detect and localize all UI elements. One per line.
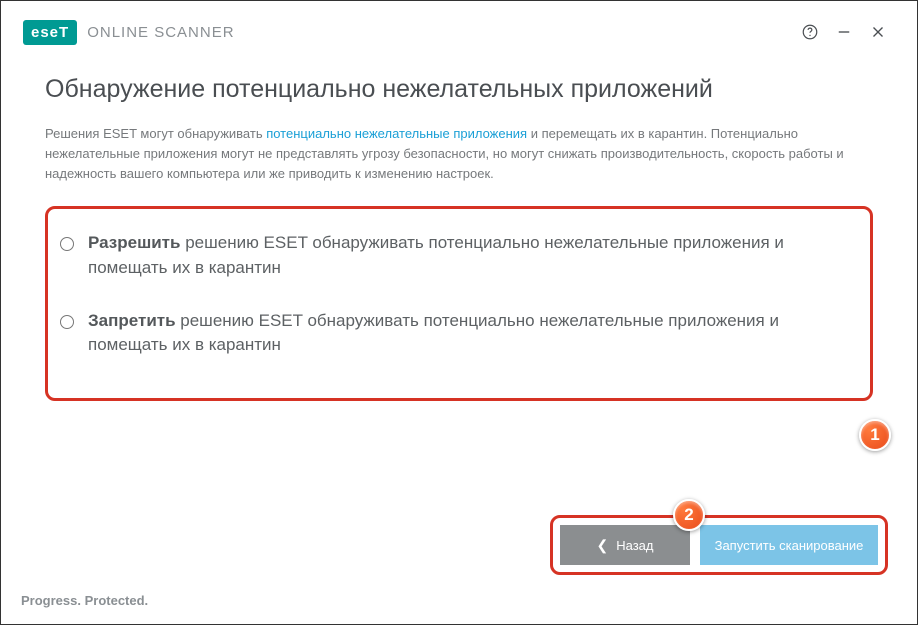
product-name: ONLINE SCANNER bbox=[87, 24, 234, 41]
window-header: eseT ONLINE SCANNER bbox=[1, 1, 917, 59]
option-deny[interactable]: Запретить решению ESET обнаруживать поте… bbox=[60, 309, 856, 358]
chevron-left-icon: ❮ bbox=[597, 537, 609, 554]
page-title: Обнаружение потенциально нежелательных п… bbox=[45, 75, 873, 104]
close-icon[interactable] bbox=[861, 15, 895, 49]
annotation-badge-2: 2 bbox=[673, 499, 705, 531]
back-button[interactable]: ❮ Назад bbox=[560, 525, 690, 565]
options-highlight-box: Разрешить решению ESET обнаруживать поте… bbox=[45, 206, 873, 401]
content-area: Обнаружение потенциально нежелательных п… bbox=[1, 59, 917, 401]
option-allow-text: Разрешить решению ESET обнаруживать поте… bbox=[88, 231, 856, 280]
brand-logo: eseT bbox=[23, 20, 77, 45]
start-scan-button[interactable]: Запустить сканирование bbox=[700, 525, 878, 565]
intro-pre: Решения ESET могут обнаруживать bbox=[45, 126, 266, 141]
help-icon[interactable] bbox=[793, 15, 827, 49]
option-allow-rest: решению ESET обнаруживать потенциально н… bbox=[88, 233, 784, 277]
back-button-label: Назад bbox=[616, 538, 653, 553]
footer-slogan: Progress. Protected. bbox=[21, 593, 148, 608]
annotation-badge-1: 1 bbox=[859, 419, 891, 451]
buttons-highlight-box: ❮ Назад Запустить сканирование bbox=[550, 515, 888, 575]
option-allow[interactable]: Разрешить решению ESET обнаруживать поте… bbox=[60, 231, 856, 280]
option-deny-text: Запретить решению ESET обнаруживать поте… bbox=[88, 309, 856, 358]
brand-logo-text: eseT bbox=[31, 24, 69, 41]
option-allow-bold: Разрешить bbox=[88, 233, 180, 252]
option-deny-bold: Запретить bbox=[88, 311, 176, 330]
radio-allow[interactable] bbox=[60, 237, 74, 251]
pua-link[interactable]: потенциально нежелательные приложения bbox=[266, 126, 527, 141]
start-scan-label: Запустить сканирование bbox=[715, 538, 864, 553]
radio-deny[interactable] bbox=[60, 315, 74, 329]
intro-text: Решения ESET могут обнаруживать потенциа… bbox=[45, 124, 873, 184]
option-deny-rest: решению ESET обнаруживать потенциально н… bbox=[88, 311, 779, 355]
minimize-icon[interactable] bbox=[827, 15, 861, 49]
